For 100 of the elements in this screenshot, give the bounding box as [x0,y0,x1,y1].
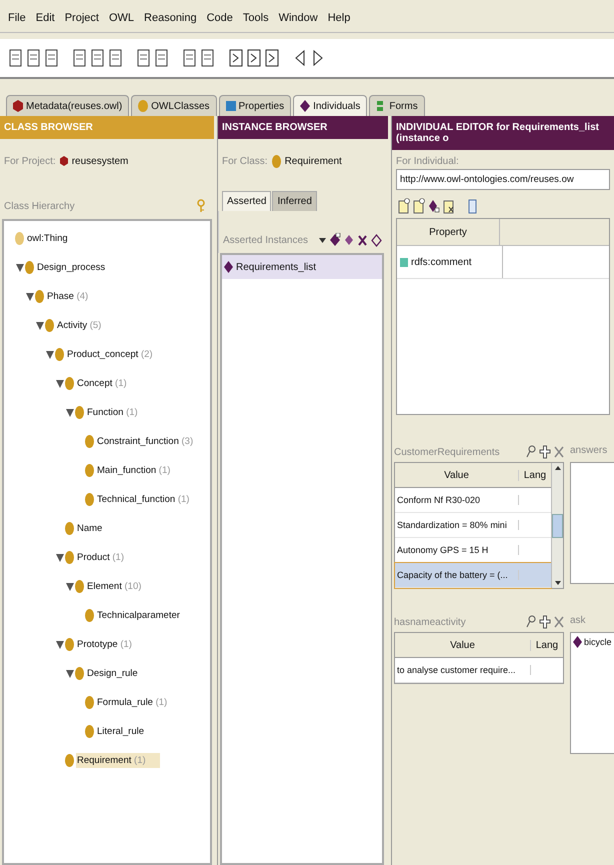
tree-item[interactable]: Main_function (1) [96,463,172,478]
column-header[interactable]: Value [395,640,531,650]
class-icon [35,290,44,303]
class-icon [85,609,94,622]
add-instance-icon[interactable] [428,198,440,214]
column-header[interactable]: Lang [531,640,563,650]
tree-item[interactable]: Design_rule [86,666,139,681]
tree-item[interactable]: Element (10) [86,579,142,594]
tree-item[interactable]: Design_process [36,260,106,275]
menu-item[interactable]: Edit [36,12,55,24]
tree-item[interactable]: Phase (4) [46,289,90,304]
add-icon[interactable] [539,445,551,459]
add-icon[interactable] [539,615,551,629]
new-file-icon[interactable] [8,48,24,68]
class-icon [55,348,64,361]
diamond-outline-icon[interactable] [371,234,382,246]
tab[interactable]: Inferred [272,191,317,211]
tab[interactable]: Individuals [293,95,368,116]
delete-value-icon[interactable] [443,198,455,214]
panel-title: INSTANCE BROWSER [218,116,388,139]
column-header[interactable]: Lang [519,470,551,480]
delete-icon[interactable] [357,234,368,246]
panel-icon[interactable] [468,198,478,214]
hierarchy-label: Class Hierarchy [4,200,75,212]
class-icon [65,638,74,651]
search-icon[interactable] [526,615,536,629]
tab[interactable]: Properties [218,95,292,116]
tree-item[interactable]: Technical_function (1) [96,492,190,507]
tree-item[interactable]: Function (1) [86,405,139,420]
menu-item[interactable]: OWL [108,12,134,24]
expand-arrow-icon[interactable] [16,263,24,272]
individual-label: For Individual: [396,156,460,167]
expand-arrow-icon[interactable] [66,582,74,591]
table-cell: rdfs:comment [411,256,472,268]
class-icon [75,580,84,593]
dropdown-arrow-icon[interactable] [319,235,326,245]
expand-arrow-icon[interactable] [56,640,64,649]
scrollbar[interactable] [551,463,563,588]
expand-arrow-icon[interactable] [66,669,74,678]
tree-item[interactable]: Concept (1) [76,376,128,391]
tab[interactable]: Forms [369,95,425,116]
class-name: Requirement [284,156,342,166]
tree-item[interactable]: Activity (5) [56,318,102,333]
table-row[interactable]: to analyse customer require... [395,658,563,683]
tree-item[interactable]: Name [76,521,104,536]
tree-item[interactable]: Prototype (1) [76,637,133,652]
menu-item[interactable]: Help [328,12,350,24]
expand-arrow-icon[interactable] [66,408,74,417]
class-icon [272,154,281,168]
tree-item[interactable]: Product_concept (2) [66,347,154,362]
uri-field[interactable]: http://www.owl-ontologies.com/reuses.ow [396,169,610,190]
tab[interactable]: OWLClasses [131,95,217,116]
expand-arrow-icon[interactable] [36,321,44,330]
expand-arrow-icon[interactable] [46,350,54,359]
expand-arrow-icon[interactable] [56,379,64,388]
table-row[interactable]: Capacity of the battery = (... [395,563,551,588]
menu-item[interactable]: Reasoning [144,12,197,24]
class-icon [85,725,94,738]
menu-item[interactable]: File [8,12,26,24]
tree-item[interactable]: Requirement (1) [76,753,160,768]
tree-item[interactable]: owl:Thing [26,231,69,246]
menu-item[interactable]: Window [278,12,318,24]
expand-arrow-icon[interactable] [56,553,64,562]
class-icon [15,232,24,245]
create-instance-icon[interactable] [329,233,341,247]
tree-item[interactable]: Technicalparameter [96,608,181,623]
tab[interactable]: Asserted [222,191,272,211]
search-icon[interactable] [526,445,536,459]
menu-item[interactable]: Project [64,12,99,24]
panel-title: INDIVIDUAL EDITOR for Requirements_list (instance o [392,116,614,150]
tree-item[interactable]: Constraint_function (3) [96,434,194,449]
class-icon [75,406,84,419]
list-item[interactable]: bicycle [584,637,612,647]
tree-item[interactable]: Formula_rule (1) [96,695,168,710]
class-icon [25,261,34,274]
tree-item[interactable]: Product (1) [76,550,126,565]
widget-label: CustomerRequirements [394,446,500,458]
annotation-icon [400,258,408,266]
add-document-icon[interactable] [413,198,425,214]
instances-label: Asserted Instances [223,234,308,246]
project-icon [60,156,68,166]
class-icon [65,522,74,535]
expand-arrow-icon[interactable] [26,292,34,301]
class-icon [45,319,54,332]
instance-item[interactable]: Requirements_list [222,255,382,279]
widget-label: hasnameactivity [394,616,466,628]
menu-item[interactable]: Tools [242,12,269,24]
class-icon [85,696,94,709]
class-icon [65,551,74,564]
class-icon [65,754,74,767]
tab[interactable]: Metadata(reuses.owl) [6,95,130,116]
add-value-icon[interactable] [398,198,410,214]
widget-label: answers [570,445,608,456]
menu-item[interactable]: Code [206,12,233,24]
class-icon [65,377,74,390]
project-name: reusesystem [72,156,128,166]
tree-item[interactable]: Literal_rule [96,724,145,739]
column-header[interactable]: Value [395,470,519,480]
scroll-thumb[interactable] [552,514,563,538]
project-label: For Project: [4,156,56,166]
